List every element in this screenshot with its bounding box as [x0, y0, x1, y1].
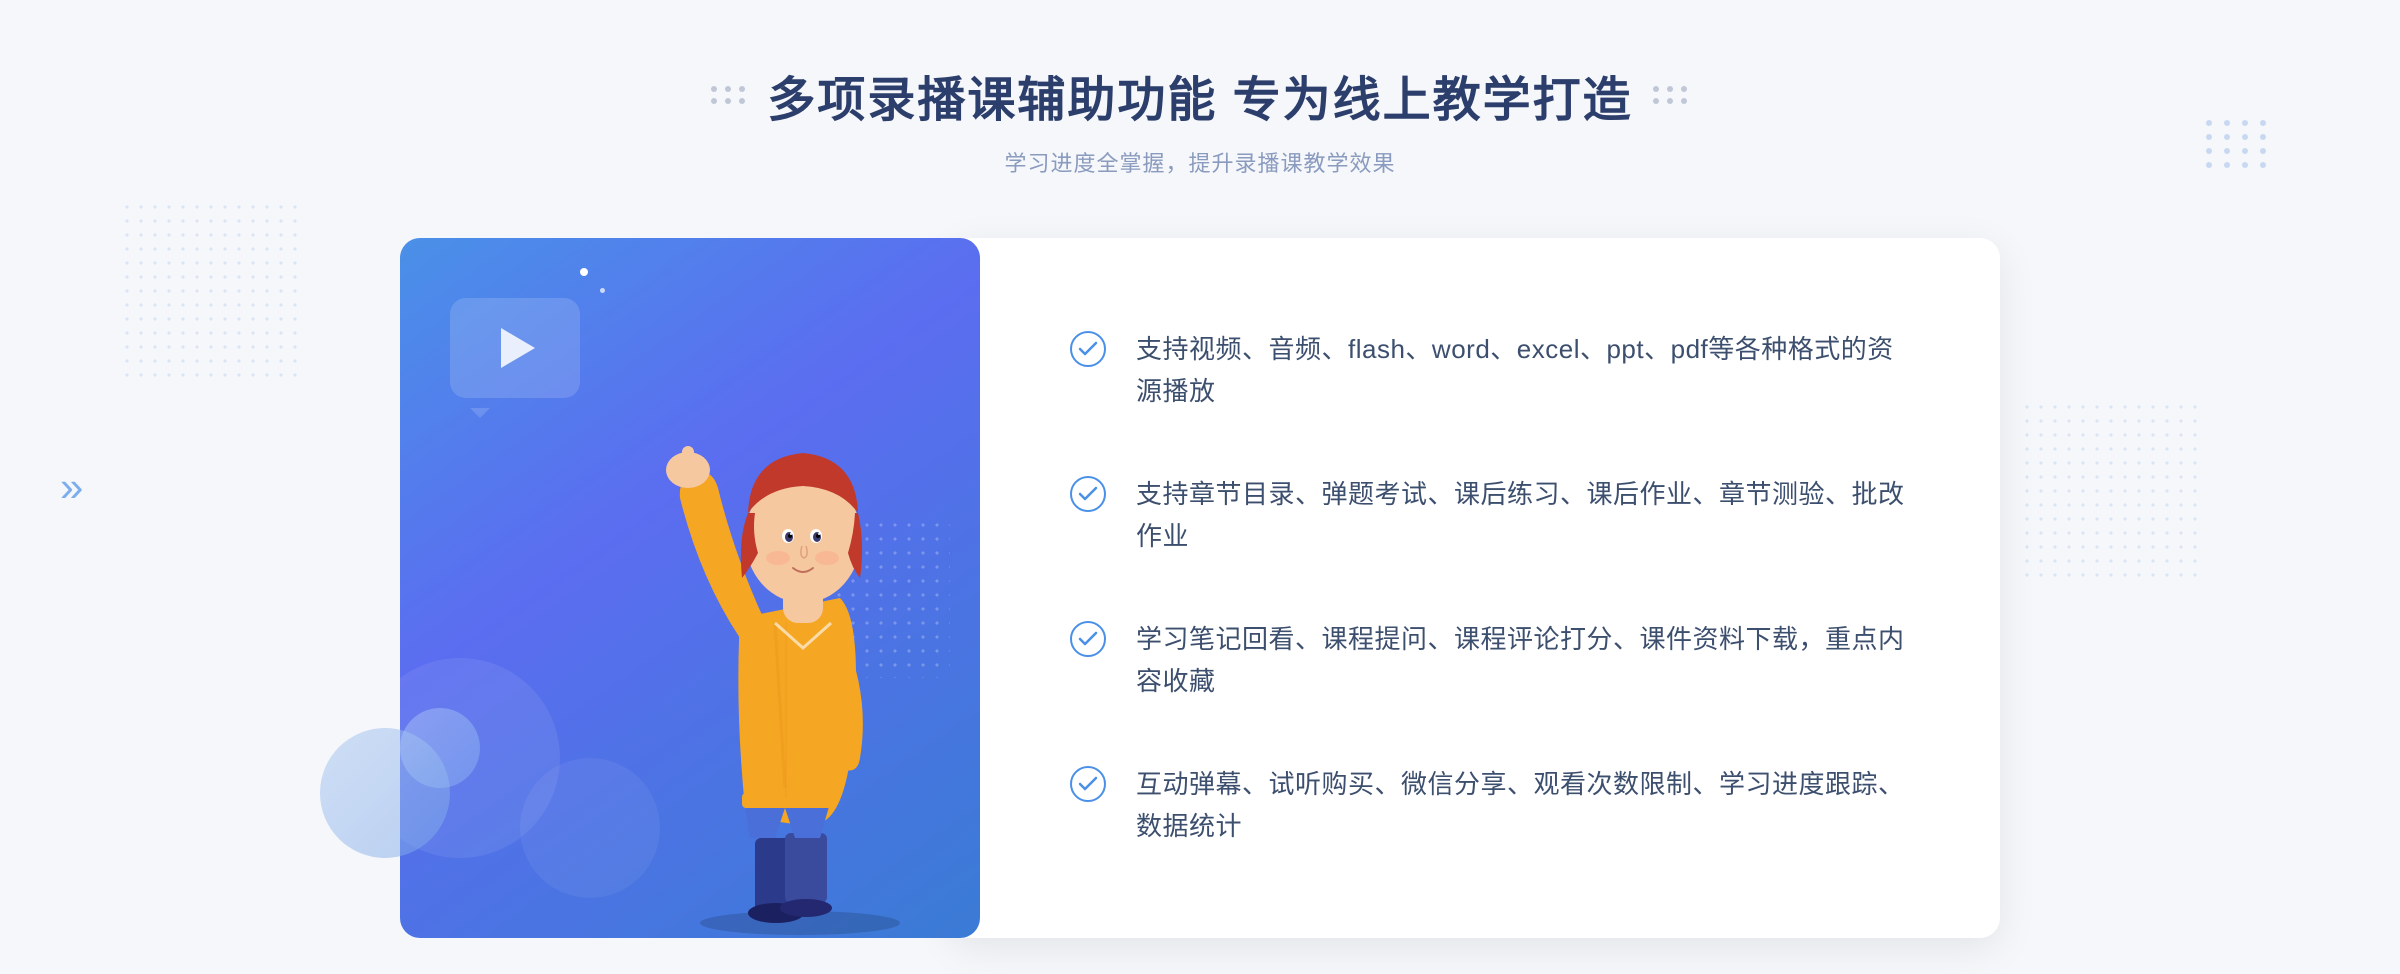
left-chevron-decoration: » [60, 463, 83, 511]
sparkle-1 [580, 268, 588, 276]
left-illustration-card [400, 238, 980, 938]
check-icon-3 [1070, 621, 1106, 657]
check-icon-2 [1070, 476, 1106, 512]
illustration-figure [620, 358, 1000, 938]
feature-item-3: 学习笔记回看、课程提问、课程评论打分、课件资料下载，重点内容收藏 [1070, 619, 1920, 702]
feature-item-1: 支持视频、音频、flash、word、excel、ppt、pdf等各种格式的资源… [1070, 329, 1920, 412]
right-dot-decoration [2206, 120, 2270, 168]
title-decorator-left [711, 86, 747, 104]
page-subtitle: 学习进度全掌握，提升录播课教学效果 [711, 146, 1688, 178]
check-icon-1 [1070, 331, 1106, 367]
outer-circles [320, 728, 450, 858]
chat-bubble [450, 298, 580, 398]
title-decorators: 多项录播课辅助功能 专为线上教学打造 [711, 60, 1688, 130]
main-container: 多项录播课辅助功能 专为线上教学打造 学习进度全掌握，提升录播课教学效果 [0, 0, 2400, 974]
feature-item-2: 支持章节目录、弹题考试、课后练习、课后作业、章节测验、批改作业 [1070, 474, 1920, 557]
check-icon-4 [1070, 766, 1106, 802]
play-button-area [450, 298, 580, 398]
outer-circle-small [400, 708, 480, 788]
sparkle-2 [600, 288, 605, 293]
page-title: 多项录播课辅助功能 专为线上教学打造 [767, 60, 1632, 130]
title-decorator-right [1653, 86, 1689, 104]
content-area: 支持视频、音频、flash、word、excel、ppt、pdf等各种格式的资源… [400, 238, 2000, 938]
feature-text-1: 支持视频、音频、flash、word、excel、ppt、pdf等各种格式的资源… [1136, 329, 1920, 412]
right-features-card: 支持视频、音频、flash、word、excel、ppt、pdf等各种格式的资源… [950, 238, 2000, 938]
feature-text-2: 支持章节目录、弹题考试、课后练习、课后作业、章节测验、批改作业 [1136, 474, 1920, 557]
play-icon [501, 328, 535, 368]
header-section: 多项录播课辅助功能 专为线上教学打造 学习进度全掌握，提升录播课教学效果 [711, 60, 1688, 178]
figure-svg [620, 358, 1000, 938]
feature-item-4: 互动弹幕、试听购买、微信分享、观看次数限制、学习进度跟踪、数据统计 [1070, 764, 1920, 847]
feature-text-3: 学习笔记回看、课程提问、课程评论打分、课件资料下载，重点内容收藏 [1136, 619, 1920, 702]
feature-text-4: 互动弹幕、试听购买、微信分享、观看次数限制、学习进度跟踪、数据统计 [1136, 764, 1920, 847]
